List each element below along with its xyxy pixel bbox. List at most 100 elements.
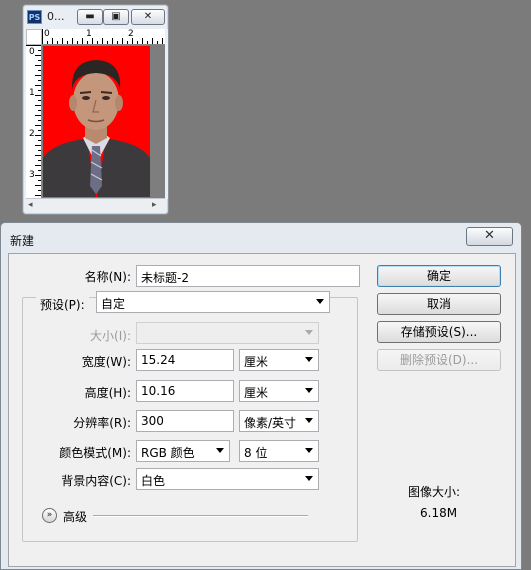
ruler-tick	[117, 41, 118, 44]
dropdown-caret-icon	[305, 357, 313, 362]
portrait-illustration	[43, 46, 150, 197]
dialog-title: 新建	[10, 234, 35, 248]
resolution-input[interactable]: 300	[136, 410, 234, 432]
image-size-label: 图像大小:	[408, 485, 461, 499]
height-input[interactable]: 10.16	[136, 380, 234, 402]
resolution-unit-select[interactable]: 像素/英寸	[239, 410, 319, 432]
ruler-tick	[38, 50, 41, 51]
maximize-icon[interactable]: ▣	[103, 9, 129, 25]
document-window: PS 0... ▬ ▣ ✕ 0 1 2 0 1 2 3 ◂ ▸	[22, 4, 169, 215]
ruler-tick	[35, 65, 41, 66]
ruler-label: 1	[29, 88, 35, 98]
ruler-label: 0	[29, 47, 35, 57]
ruler-tick	[38, 100, 41, 101]
ruler-label: 3	[29, 170, 35, 180]
ruler-tick	[107, 41, 108, 44]
preset-label: 预设(P):	[36, 296, 89, 313]
ruler-tick	[35, 125, 41, 126]
ruler-tick	[67, 41, 68, 44]
bit-depth-value: 8 位	[244, 446, 268, 460]
ruler-tick	[38, 60, 41, 61]
ruler-tick	[132, 38, 133, 44]
chevron-double-down-icon[interactable]: »	[42, 508, 57, 523]
dropdown-caret-icon	[305, 388, 313, 393]
ruler-tick	[142, 38, 143, 44]
color-mode-select[interactable]: RGB 颜色	[136, 440, 230, 462]
dropdown-caret-icon	[305, 448, 313, 453]
ruler-tick	[35, 55, 41, 56]
ruler-label: 2	[29, 129, 35, 139]
horizontal-scrollbar[interactable]: ◂ ▸	[26, 198, 165, 212]
ruler-tick	[127, 41, 128, 44]
ruler-tick	[35, 195, 41, 196]
ruler-tick	[38, 120, 41, 121]
color-mode-label: 颜色模式(M):	[59, 446, 131, 460]
dialog-titlebar[interactable]: 新建 ✕	[1, 223, 521, 253]
ruler-tick	[38, 170, 41, 171]
image-size-value: 6.18M	[420, 506, 458, 520]
ruler-tick	[26, 45, 41, 46]
ok-button[interactable]: 确定	[377, 265, 501, 287]
ruler-tick	[42, 29, 43, 44]
advanced-divider	[93, 515, 308, 517]
ruler-tick	[35, 155, 41, 156]
ruler-label: 1	[86, 29, 92, 39]
dropdown-caret-icon	[305, 418, 313, 423]
preset-select[interactable]: 自定	[96, 291, 330, 313]
vertical-scrollbar[interactable]	[165, 29, 168, 199]
height-unit-select[interactable]: 厘米	[239, 380, 319, 402]
ruler-tick	[35, 175, 41, 176]
background-select[interactable]: 白色	[136, 468, 319, 490]
ruler-tick	[92, 38, 93, 44]
ruler-tick	[38, 190, 41, 191]
ruler-tick	[162, 38, 163, 44]
width-unit-select[interactable]: 厘米	[239, 349, 319, 371]
background-label: 背景内容(C):	[61, 474, 131, 488]
ruler-tick	[35, 85, 41, 86]
size-select	[136, 322, 319, 344]
size-label: 大小(I):	[90, 329, 131, 343]
vertical-ruler[interactable]: 0 1 2 3	[26, 45, 42, 198]
resolution-label: 分辨率(R):	[73, 416, 131, 430]
document-titlebar[interactable]: PS 0... ▬ ▣ ✕	[23, 5, 168, 29]
minimize-icon[interactable]: ▬	[77, 9, 103, 25]
close-icon[interactable]: ✕	[466, 227, 513, 246]
ruler-tick	[102, 38, 103, 44]
ruler-tick	[38, 160, 41, 161]
ruler-label: 0	[44, 29, 50, 39]
ruler-tick	[38, 140, 41, 141]
color-mode-value: RGB 颜色	[141, 446, 195, 460]
width-unit-value: 厘米	[244, 355, 269, 369]
ruler-tick	[35, 135, 41, 136]
ruler-tick	[38, 150, 41, 151]
scroll-left-icon[interactable]: ◂	[28, 200, 33, 210]
document-canvas[interactable]	[42, 45, 165, 198]
save-preset-button[interactable]: 存储预设(S)...	[377, 321, 501, 343]
name-input[interactable]: 未标题-2	[136, 265, 360, 287]
cancel-button[interactable]: 取消	[377, 293, 501, 315]
ruler-tick	[97, 41, 98, 44]
ruler-tick	[57, 41, 58, 44]
horizontal-ruler[interactable]: 0 1 2	[42, 29, 165, 45]
width-input[interactable]: 15.24	[136, 349, 234, 371]
ruler-tick	[147, 41, 148, 44]
close-icon[interactable]: ✕	[131, 9, 165, 25]
dropdown-caret-icon	[305, 476, 313, 481]
ruler-tick	[152, 38, 153, 44]
height-unit-value: 厘米	[244, 386, 269, 400]
delete-preset-button: 删除预设(D)...	[377, 349, 501, 371]
ruler-tick	[38, 110, 41, 111]
dropdown-caret-icon	[216, 448, 224, 453]
resolution-unit-value: 像素/英寸	[244, 416, 297, 430]
ruler-tick	[38, 80, 41, 81]
portrait-photo	[43, 46, 150, 197]
advanced-toggle[interactable]: 高级	[63, 508, 87, 525]
background-value: 白色	[141, 474, 166, 488]
ruler-tick	[38, 90, 41, 91]
ruler-tick	[35, 105, 41, 106]
ruler-tick	[157, 41, 158, 44]
scroll-right-icon[interactable]: ▸	[152, 200, 157, 210]
ruler-tick	[35, 185, 41, 186]
bit-depth-select[interactable]: 8 位	[239, 440, 319, 462]
ruler-origin[interactable]	[26, 29, 42, 45]
